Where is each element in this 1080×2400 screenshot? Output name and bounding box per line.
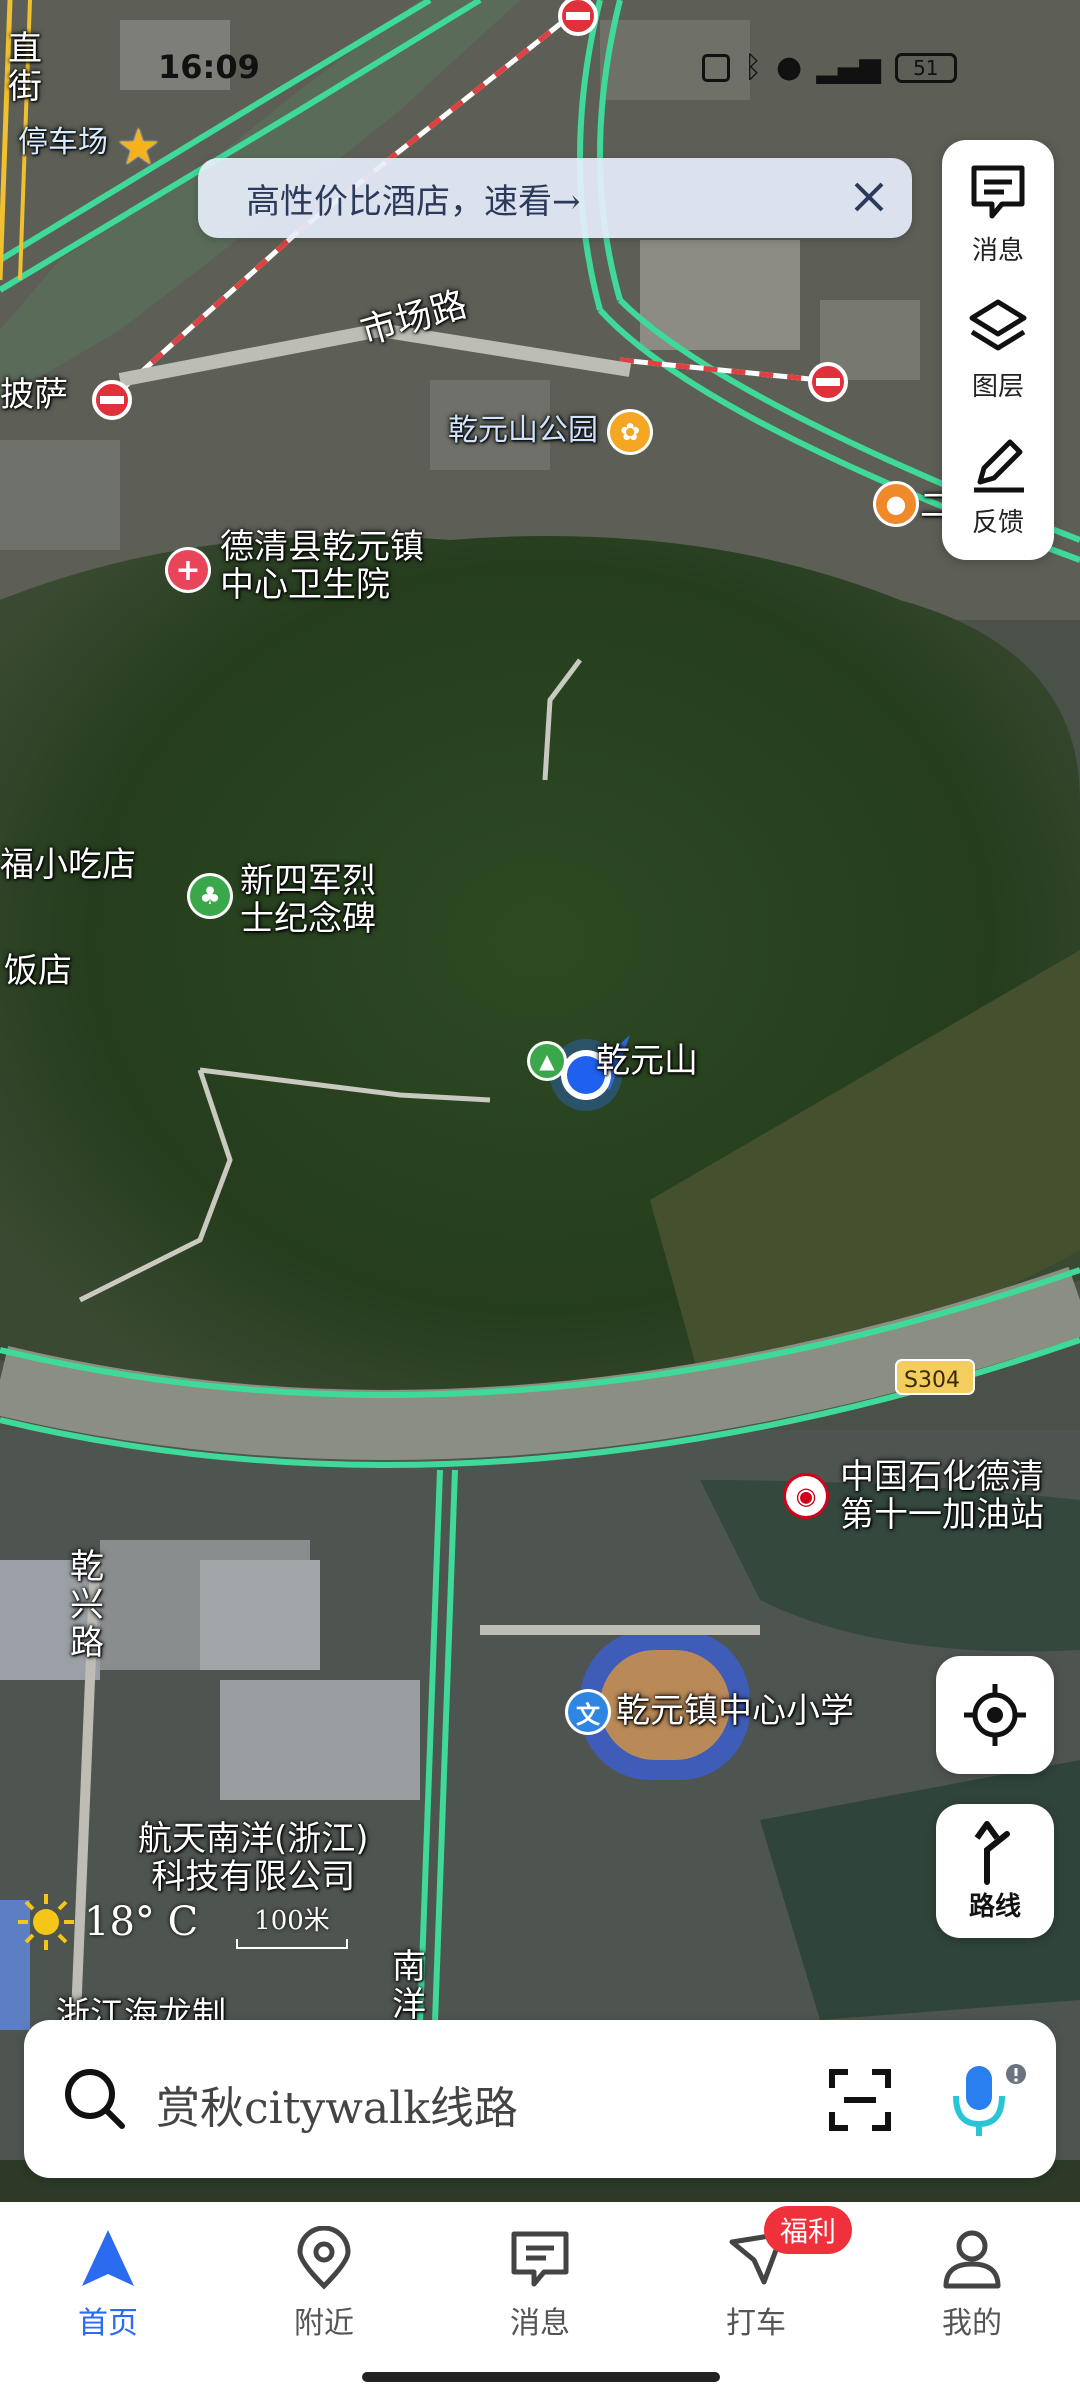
- location-pin-icon: [297, 2226, 351, 2290]
- search-icon: [65, 2069, 125, 2129]
- map-label-clinic[interactable]: 德清县乾元镇 中心卫生院: [220, 528, 424, 604]
- nav-messages[interactable]: 消息: [470, 2226, 610, 2342]
- locate-icon: [964, 1684, 1026, 1746]
- tool-label: 反馈: [971, 508, 1024, 538]
- close-icon[interactable]: [844, 172, 894, 222]
- map-view[interactable]: 直 街 停车场 ★ 披萨 市场路 乾元山公园 ✿ ● 二 + 德清县乾元镇 中心…: [0, 0, 1080, 2160]
- search-bar[interactable]: 赏秋citywalk线路: [24, 2020, 1056, 2178]
- tool-layers[interactable]: 图层: [942, 276, 1054, 406]
- map-label-school[interactable]: 乾元镇中心小学: [616, 1692, 854, 1730]
- status-icons: ᛒ ● ▂▄▆ 51: [702, 50, 957, 85]
- hospital-icon: +: [168, 550, 208, 590]
- nav-home[interactable]: 首页: [38, 2226, 178, 2342]
- pen-icon: [974, 439, 1024, 493]
- map-label-south: 南 洋: [392, 1947, 426, 2025]
- map-label-restaurant[interactable]: 饭店: [4, 952, 72, 990]
- map-label-park[interactable]: 乾元山公园: [448, 412, 598, 450]
- location-pin-icon: ●: [776, 50, 803, 85]
- weather-temperature: 18° C: [84, 1899, 199, 1945]
- message-icon: [971, 165, 1025, 219]
- scale-label: 100米: [254, 1906, 330, 1936]
- sun-icon: [18, 1894, 74, 1950]
- welfare-badge: 福利: [764, 2206, 853, 2254]
- map-label-street: 直: [8, 29, 42, 69]
- bluetooth-icon: ᛒ: [744, 50, 762, 85]
- banner-text: 高性价比酒店，速看→: [246, 181, 581, 222]
- road-shield-label: S304: [904, 1368, 960, 1393]
- star-icon: ★: [116, 118, 161, 176]
- nav-label: 首页: [78, 2306, 138, 2341]
- nav-label: 消息: [510, 2306, 570, 2341]
- bottom-navigation: 首页 附近 消息 打车 我的: [0, 2202, 1080, 2400]
- no-entry-icon: [558, 0, 598, 36]
- nav-profile[interactable]: 我的: [902, 2226, 1042, 2342]
- map-label-memorial[interactable]: 新四军烈 士纪念碑: [240, 862, 376, 938]
- map-scale: 100米: [236, 1900, 348, 1949]
- home-indicator[interactable]: [362, 2372, 720, 2382]
- nav-nearby[interactable]: 附近: [254, 2226, 394, 2342]
- map-label-snack[interactable]: 福小吃店: [0, 846, 136, 884]
- memorial-icon: ♣: [190, 876, 230, 916]
- tool-feedback[interactable]: 反馈: [942, 412, 1054, 542]
- route-label: 路线: [968, 1891, 1021, 1922]
- nav-label: 我的: [942, 2306, 1002, 2341]
- user-icon: [943, 2230, 1001, 2289]
- weather-widget[interactable]: 18° C: [16, 1892, 198, 1952]
- route-icon: [974, 1820, 1010, 1885]
- map-label-parking[interactable]: 停车场: [18, 124, 108, 162]
- map-label-street: 街: [8, 67, 42, 107]
- map-label-company[interactable]: 航天南洋(浙江) 科技有限公司: [138, 1820, 369, 1896]
- map-label-pizza[interactable]: 披萨: [0, 376, 68, 414]
- layers-icon: [969, 299, 1027, 351]
- map-tool-panel: 消息 图层 反馈: [942, 140, 1054, 560]
- tool-message[interactable]: 消息: [942, 140, 1054, 270]
- sinopec-icon: ◉: [786, 1476, 826, 1516]
- route-button[interactable]: 路线: [936, 1804, 1054, 1938]
- nav-label: 附近: [294, 2306, 354, 2341]
- no-entry-icon: [808, 362, 848, 402]
- restaurant-icon: ●: [876, 484, 916, 524]
- locate-button[interactable]: [936, 1656, 1054, 1774]
- status-time: 16:09: [158, 48, 260, 86]
- mountain-icon: ▲: [530, 1044, 564, 1078]
- map-label-qianxing-road: 乾 兴 路: [70, 1547, 104, 1663]
- map-label-mountain[interactable]: 乾元山: [596, 1042, 698, 1080]
- battery-icon: 51: [894, 52, 957, 83]
- signal-icon: ▂▄▆: [816, 51, 881, 84]
- scan-icon[interactable]: [828, 2068, 892, 2132]
- scale-bar: [236, 1939, 348, 1949]
- school-icon: 文: [568, 1692, 608, 1732]
- vibrate-icon: [702, 53, 730, 82]
- message-icon: [511, 2231, 569, 2287]
- tool-label: 消息: [971, 236, 1024, 266]
- nav-label: 打车: [726, 2306, 786, 2341]
- map-label-gas-station[interactable]: 中国石化德清 第十一加油站: [840, 1458, 1044, 1534]
- navigation-arrow-icon: [82, 2230, 134, 2286]
- promo-banner[interactable]: 高性价比酒店，速看→: [198, 158, 912, 238]
- voice-icon[interactable]: [944, 2060, 1040, 2140]
- tool-label: 图层: [971, 372, 1024, 402]
- no-entry-icon: [92, 380, 132, 420]
- park-icon: ✿: [610, 412, 650, 452]
- search-input[interactable]: 赏秋citywalk线路: [156, 2072, 518, 2136]
